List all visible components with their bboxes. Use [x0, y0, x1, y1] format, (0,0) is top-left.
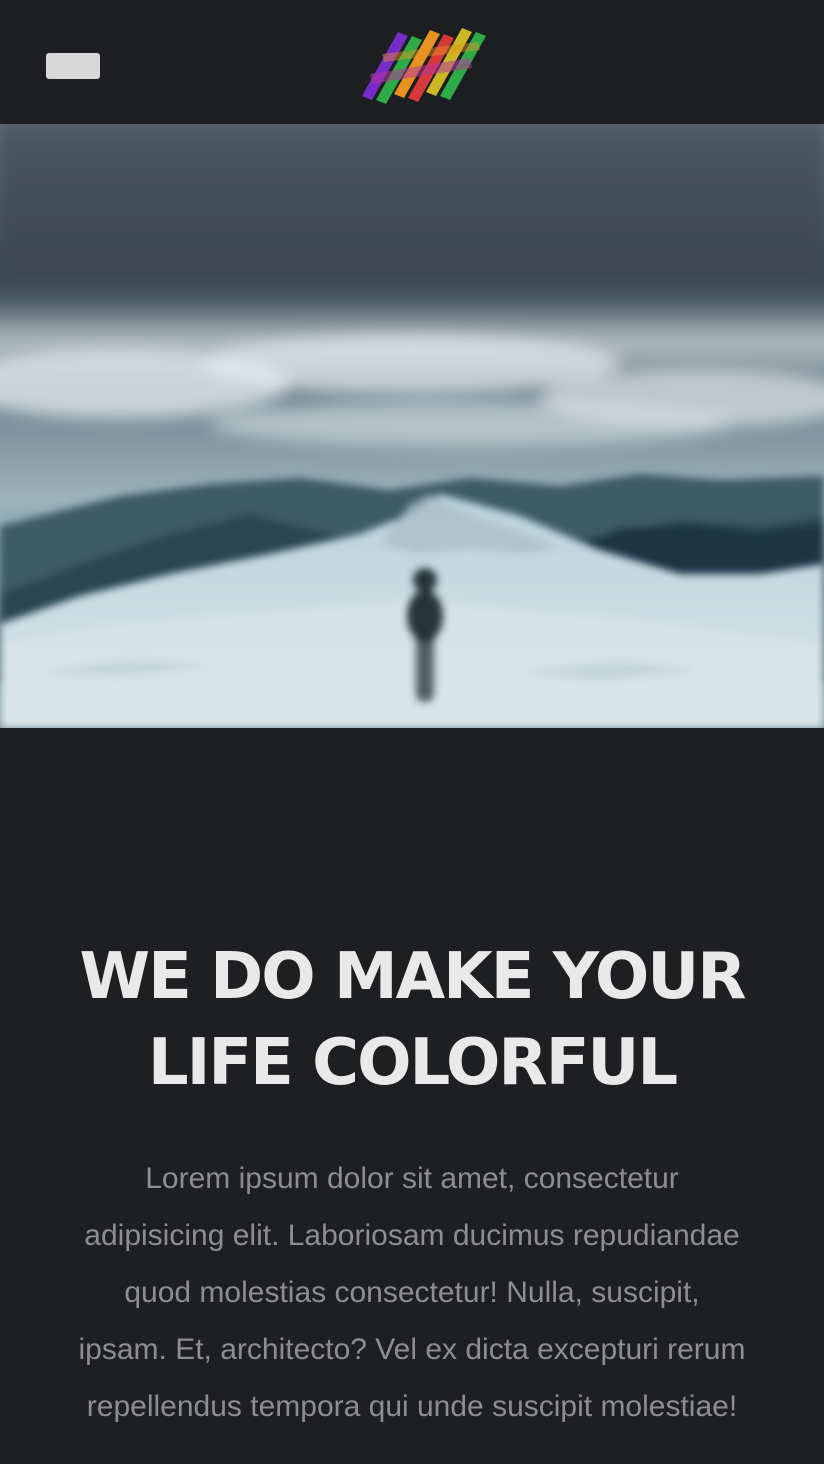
snowy-mountain-hiker-photo — [0, 124, 824, 728]
hamburger-menu-icon[interactable] — [46, 53, 100, 79]
hero-image — [0, 124, 824, 728]
colorful-brand-logo-icon — [362, 28, 486, 104]
page-headline: WE DO MAKE YOUR LIFE COLORFUL — [79, 940, 747, 1100]
intro-paragraph: Lorem ipsum dolor sit amet, consectetur … — [78, 1162, 746, 1423]
main-content: WE DO MAKE YOUR LIFE COLORFUL Lorem ipsu… — [0, 728, 824, 1464]
app-header — [0, 0, 824, 124]
brand-logo[interactable] — [352, 14, 498, 110]
